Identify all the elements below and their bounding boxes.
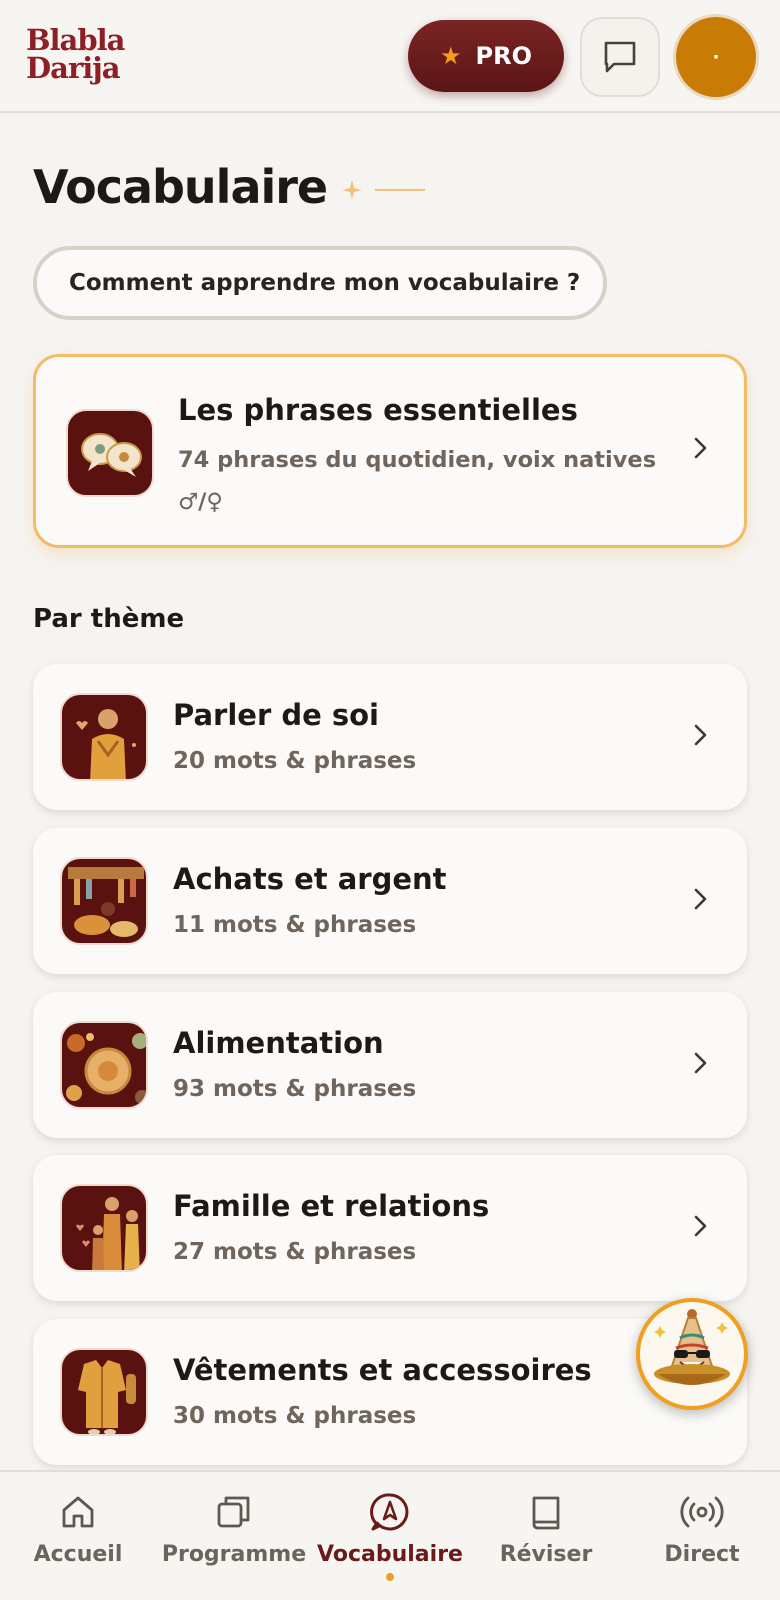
theme-card-alimentation[interactable]: Alimentation 93 mots & phrases <box>33 992 747 1138</box>
chevron-right-icon <box>694 437 707 459</box>
compass-icon <box>370 1493 409 1531</box>
family-icon <box>60 1184 148 1272</box>
sparkle-icon <box>342 180 425 200</box>
theme-title: Famille et relations <box>173 1189 490 1223</box>
layers-icon <box>217 1496 250 1528</box>
book-icon <box>532 1496 560 1530</box>
pro-button[interactable]: ★ PRO <box>408 20 564 92</box>
theme-title: Achats et argent <box>173 862 447 896</box>
theme-count: 27 mots & phrases <box>173 1239 417 1265</box>
logo-line2: Darija <box>26 51 121 85</box>
chat-button[interactable] <box>580 17 660 97</box>
section-title: Par thème <box>33 604 185 634</box>
essentials-title: Les phrases essentielles <box>178 393 578 427</box>
nav-item-programme[interactable]: Programme <box>156 1472 312 1600</box>
nav-item-vocabulaire[interactable]: Vocabulaire <box>312 1472 468 1600</box>
nav-label: Direct <box>664 1542 740 1567</box>
clothes-icon <box>60 1348 148 1436</box>
theme-count: 20 mots & phrases <box>173 748 417 774</box>
nav-label: Vocabulaire <box>317 1542 463 1567</box>
chevron-right-icon <box>694 888 707 910</box>
nav-label: Accueil <box>33 1542 123 1567</box>
tajine-mascot-icon <box>654 1309 730 1385</box>
chevron-right-icon <box>694 1215 707 1237</box>
theme-count: 30 mots & phrases <box>173 1403 417 1429</box>
theme-card-parler-de-soi[interactable]: Parler de soi 20 mots & phrases <box>33 664 747 810</box>
chat-bubble-icon <box>604 41 636 73</box>
avatar-initial: · <box>712 46 720 68</box>
person-icon <box>60 693 148 781</box>
nav-item-direct[interactable]: Direct <box>624 1472 780 1600</box>
active-indicator <box>386 1573 394 1581</box>
avatar[interactable]: · <box>676 17 756 97</box>
home-icon <box>62 1496 94 1528</box>
essentials-card[interactable]: Les phrases essentielles 74 phrases du q… <box>33 354 747 548</box>
broadcast-icon <box>680 1496 724 1528</box>
pro-label: PRO <box>475 42 532 70</box>
market-icon <box>60 857 148 945</box>
theme-count: 93 mots & phrases <box>173 1076 417 1102</box>
theme-title: Parler de soi <box>173 698 380 732</box>
essentials-subtitle: 74 phrases du quotidien, voix natives ♂/… <box>178 447 657 515</box>
speech-bubbles-icon <box>66 409 154 497</box>
theme-title: Alimentation <box>173 1026 384 1060</box>
tajine-mascot-button[interactable] <box>636 1298 748 1410</box>
bottom-nav: Accueil Programme Vocabulaire Réviser Di… <box>0 1470 780 1600</box>
nav-item-accueil[interactable]: Accueil <box>0 1472 156 1600</box>
howto-button[interactable]: Comment apprendre mon vocabulaire ? <box>33 246 607 320</box>
star-icon: ★ <box>440 42 462 70</box>
app-logo[interactable]: Blabla Darija <box>26 26 146 86</box>
nav-label: Programme <box>161 1542 307 1567</box>
theme-card-famille-et-relations[interactable]: Famille et relations 27 mots & phrases <box>33 1155 747 1301</box>
chevron-right-icon <box>694 724 707 746</box>
nav-label: Réviser <box>499 1542 593 1567</box>
app-header: Blabla Darija ★ PRO · <box>0 0 780 113</box>
theme-title: Vêtements et accessoires <box>173 1353 592 1387</box>
theme-count: 11 mots & phrases <box>173 912 417 938</box>
theme-card-achats-et-argent[interactable]: Achats et argent 11 mots & phrases <box>33 828 747 974</box>
howto-label: Comment apprendre mon vocabulaire ? <box>69 270 581 296</box>
chevron-right-icon <box>694 1052 707 1074</box>
nav-item-reviser[interactable]: Réviser <box>468 1472 624 1600</box>
page-title: Vocabulaire <box>33 160 328 214</box>
food-icon <box>60 1021 148 1109</box>
